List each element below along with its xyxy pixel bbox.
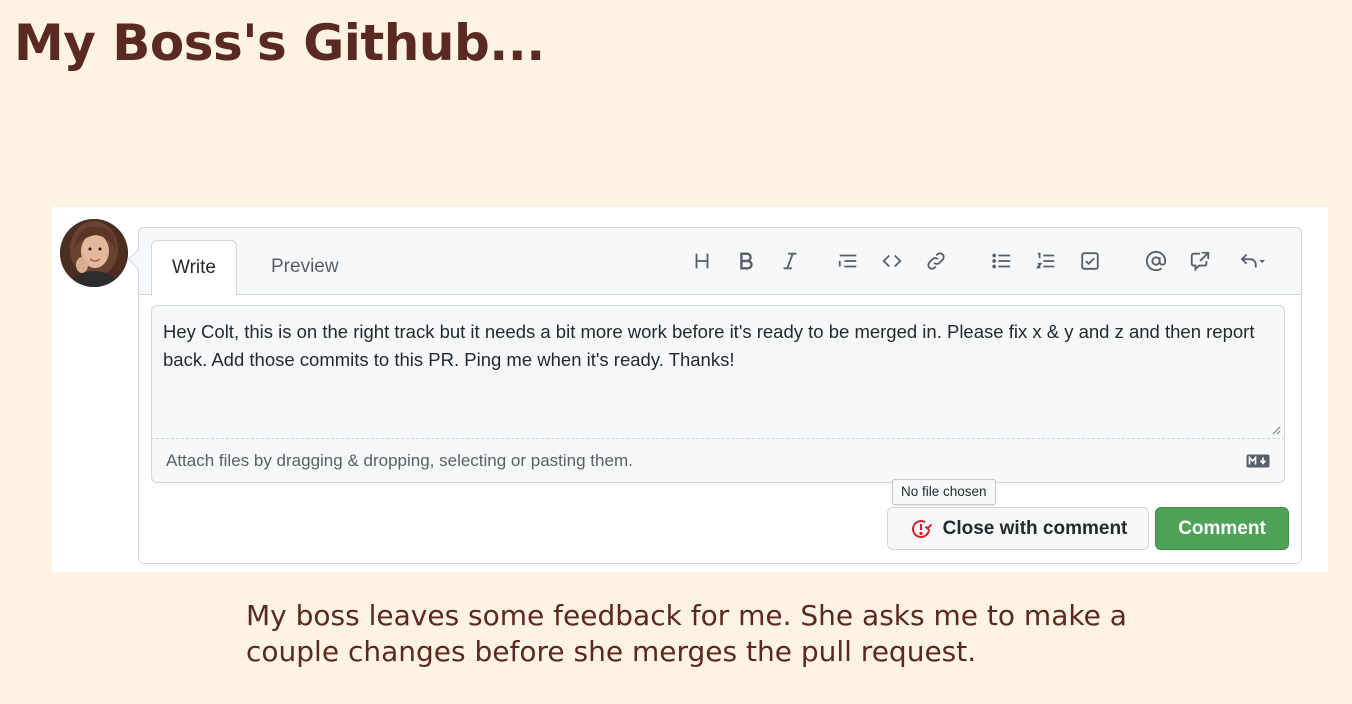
ordered-list-icon[interactable] [1031,246,1061,276]
avatar-portrait-icon [60,219,128,287]
comment-button-label: Comment [1178,517,1266,539]
comment-text: Hey Colt, this is on the right track but… [163,321,1255,370]
tab-write[interactable]: Write [151,240,237,296]
close-with-comment-label: Close with comment [942,517,1128,539]
github-comment-screenshot: Write Preview Hey Colt, this is on the r… [52,207,1328,572]
comment-form: Write Preview Hey Colt, this is on the r… [127,227,1302,564]
tab-preview[interactable]: Preview [251,240,359,294]
markdown-icon[interactable] [1246,454,1270,468]
slide-title: My Boss's Github... [14,14,545,72]
italic-icon[interactable] [775,246,805,276]
close-with-comment-button[interactable]: Close with comment [887,507,1149,550]
comment-button[interactable]: Comment [1155,507,1289,550]
editor-header: Write Preview [139,228,1301,296]
task-list-icon[interactable] [1075,246,1105,276]
cross-reference-icon[interactable] [1185,246,1215,276]
code-icon[interactable] [877,246,907,276]
link-icon[interactable] [921,246,951,276]
bold-icon[interactable] [731,246,761,276]
issue-closed-icon [911,519,932,538]
heading-icon[interactable] [687,246,717,276]
file-input-tooltip: No file chosen [892,479,996,505]
mention-icon[interactable] [1141,246,1171,276]
slide-caption: My boss leaves some feedback for me. She… [246,599,1127,668]
avatar[interactable] [60,219,128,287]
resize-handle-icon[interactable] [1271,425,1281,435]
attach-text: Attach files by dragging & dropping, sel… [166,451,633,470]
reply-icon[interactable] [1233,246,1273,276]
unordered-list-icon[interactable] [987,246,1017,276]
comment-textarea[interactable]: Hey Colt, this is on the right track but… [151,305,1285,439]
quote-icon[interactable] [833,246,863,276]
file-attachment-bar[interactable]: Attach files by dragging & dropping, sel… [151,439,1285,483]
